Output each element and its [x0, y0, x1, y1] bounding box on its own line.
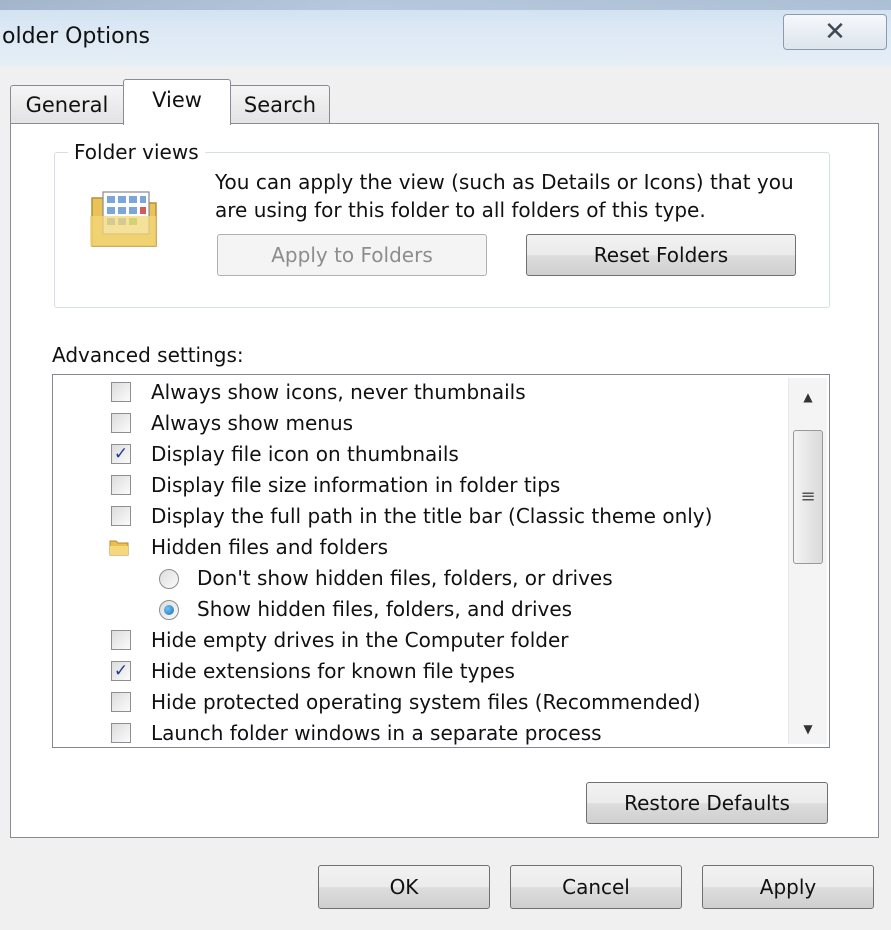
list-item[interactable]: Always show menus	[53, 408, 793, 438]
checkbox[interactable]	[111, 723, 131, 743]
radio-button-selected[interactable]	[159, 600, 179, 620]
list-item-label: Always show icons, never thumbnails	[151, 380, 526, 404]
list-item-label: Don't show hidden files, folders, or dri…	[197, 566, 613, 590]
radio-button[interactable]	[159, 569, 179, 589]
list-item-label: Display the full path in the title bar (…	[151, 504, 713, 528]
checkbox[interactable]	[111, 475, 131, 495]
title-bar: older Options ✕	[0, 0, 891, 66]
tab-search[interactable]: Search	[230, 85, 330, 123]
checkbox[interactable]	[111, 506, 131, 526]
restore-defaults-button[interactable]: Restore Defaults	[586, 782, 828, 824]
title-strip	[0, 0, 891, 10]
checkbox[interactable]	[111, 630, 131, 650]
checkbox[interactable]	[111, 692, 131, 712]
scroll-up-arrow-icon[interactable]: ▲	[789, 382, 827, 412]
reset-folders-button[interactable]: Reset Folders	[526, 234, 796, 276]
advanced-settings-list[interactable]: Always show icons, never thumbnails Alwa…	[52, 374, 830, 748]
list-item[interactable]: Display file size information in folder …	[53, 470, 793, 500]
ok-button[interactable]: OK	[318, 865, 490, 909]
list-scrollbar[interactable]: ▲ ≡ ▼	[788, 378, 827, 744]
checkbox-checked[interactable]: ✓	[111, 661, 131, 681]
scroll-thumb[interactable]: ≡	[793, 430, 823, 564]
close-icon: ✕	[824, 17, 846, 47]
list-item-label: Display file size information in folder …	[151, 473, 561, 497]
folder-views-description: You can apply the view (such as Details …	[215, 170, 794, 222]
list-item-label: Display file icon on thumbnails	[151, 442, 459, 466]
apply-button[interactable]: Apply	[702, 865, 874, 909]
list-item-label: Show hidden files, folders, and drives	[197, 597, 573, 621]
folder-view-icon	[90, 191, 157, 247]
list-item[interactable]: Hide empty drives in the Computer folder	[53, 625, 793, 655]
scroll-down-arrow-icon[interactable]: ▼	[789, 714, 827, 744]
list-item[interactable]: Launch folder windows in a separate proc…	[53, 718, 793, 747]
list-item[interactable]: Always show icons, never thumbnails	[53, 377, 793, 407]
list-item[interactable]: Hide protected operating system files (R…	[53, 687, 793, 717]
list-item-label: Hide protected operating system files (R…	[151, 690, 701, 714]
list-item-label: Launch folder windows in a separate proc…	[151, 721, 602, 745]
list-item[interactable]: ✓ Hide extensions for known file types	[53, 656, 793, 686]
checkbox[interactable]	[111, 413, 131, 433]
checkbox-checked[interactable]: ✓	[111, 444, 131, 464]
list-item[interactable]: Show hidden files, folders, and drives	[53, 594, 793, 624]
close-button[interactable]: ✕	[783, 14, 887, 50]
list-item-label: Always show menus	[151, 411, 354, 435]
cancel-button[interactable]: Cancel	[510, 865, 682, 909]
folder-views-label: Folder views	[68, 140, 205, 164]
list-item-category: Hidden files and folders	[53, 532, 793, 562]
checkbox[interactable]	[111, 382, 131, 402]
list-item[interactable]: ✓ Display file icon on thumbnails	[53, 439, 793, 469]
tab-view[interactable]: View	[123, 79, 231, 125]
apply-to-folders-button[interactable]: Apply to Folders	[217, 234, 487, 276]
list-item-label: Hide extensions for known file types	[151, 659, 515, 683]
list-item[interactable]: Display the full path in the title bar (…	[53, 501, 793, 531]
list-item[interactable]: Don't show hidden files, folders, or dri…	[53, 563, 793, 593]
folder-icon	[109, 540, 129, 556]
window-title: older Options	[2, 24, 150, 49]
tab-general[interactable]: General	[10, 85, 124, 123]
list-item-label: Hidden files and folders	[151, 535, 389, 559]
list-item-label: Hide empty drives in the Computer folder	[151, 628, 569, 652]
advanced-settings-label: Advanced settings:	[52, 343, 244, 367]
